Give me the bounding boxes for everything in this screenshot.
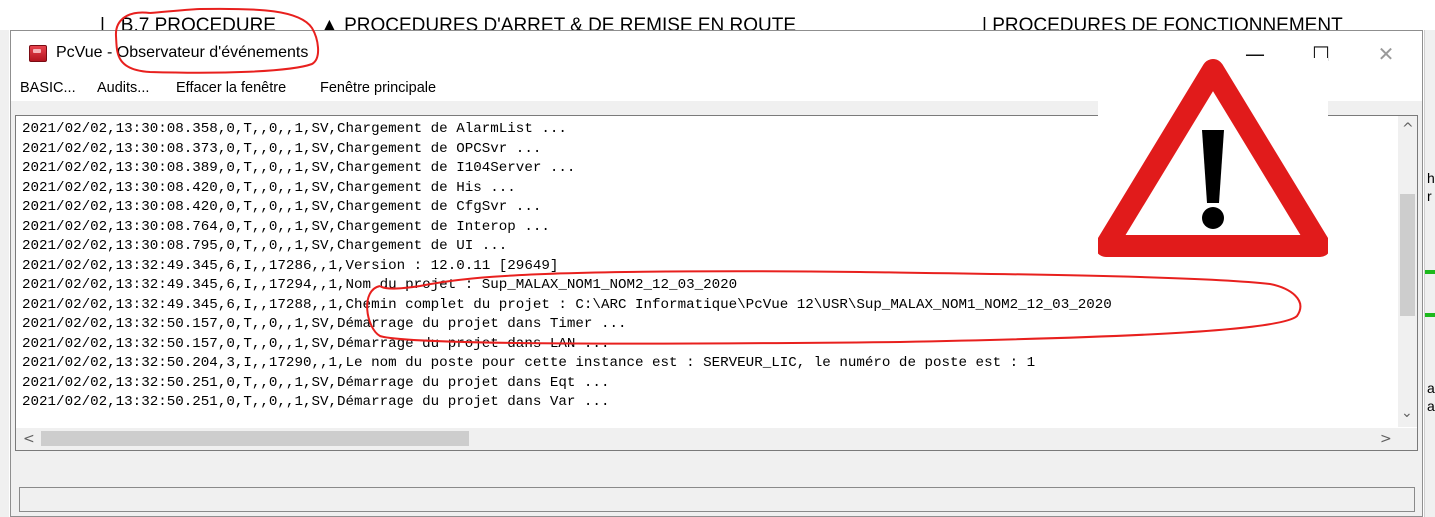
menu-audits[interactable]: Audits... [97,80,149,96]
background-left-edge [0,30,9,517]
log-line: 2021/02/02,13:32:50.251,0,T,,0,,1,SV,Dém… [22,394,610,410]
vertical-scroll-thumb[interactable] [1400,194,1415,316]
log-line: 2021/02/02,13:32:50.157,0,T,,0,,1,SV,Dém… [22,316,627,332]
window-title: PcVue - Observateur d'événements [56,44,308,62]
warning-icon [1095,59,1331,257]
log-line: 2021/02/02,13:32:49.345,6,I,,17286,,1,Ve… [22,257,559,274]
status-bar [19,487,1415,512]
menu-basic[interactable]: BASIC... [20,80,76,96]
log-line-project-name: 2021/02/02,13:32:49.345,6,I,,17294,,1,No… [22,277,738,293]
background-window-strip: | B.7 PROCEDURE ▲ PROCEDURES D'ARRET & D… [0,0,1435,30]
vertical-scrollbar[interactable]: ^ ⌄ [1398,116,1417,427]
menu-main-window[interactable]: Fenêtre principale [320,80,436,96]
title-window-name: Observateur d'événements [116,44,309,61]
title-app-name: PcVue - [56,44,117,61]
horizontal-scroll-thumb[interactable] [41,431,469,446]
close-icon: ✕ [1377,42,1395,66]
scrollbar-corner [1398,428,1417,450]
scroll-down-icon[interactable]: ⌄ [1401,406,1413,420]
pcvue-app-icon [29,45,47,62]
warning-overlay [1095,58,1331,258]
scroll-left-icon[interactable]: < [23,432,35,446]
log-line: 2021/02/02,13:32:50.157,0,T,,0,,1,SV,Dém… [22,335,610,352]
scroll-right-icon[interactable]: > [1380,432,1392,446]
menu-clear-window[interactable]: Effacer la fenêtre [176,80,286,96]
log-line-project-path: 2021/02/02,13:32:49.345,6,I,,17288,,1,Ch… [22,296,1112,313]
log-line: 2021/02/02,13:32:50.204,3,I,,17290,,1,Le… [22,355,1036,371]
background-right-edge: h r a a [1424,30,1435,517]
close-button[interactable]: ✕ [1356,31,1416,77]
scroll-up-icon[interactable]: ^ [1402,122,1414,136]
log-line: 2021/02/02,13:32:50.251,0,T,,0,,1,SV,Dém… [22,374,610,391]
horizontal-scrollbar[interactable]: < > [16,428,1400,450]
